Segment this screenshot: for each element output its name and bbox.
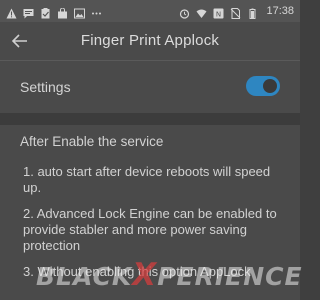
info-item-3: 3. Without enabling this option AppLock bbox=[23, 264, 251, 279]
info-panel: After Enable the service 1. auto start a… bbox=[0, 125, 300, 300]
message-icon bbox=[23, 6, 34, 18]
status-bar-system: N 17:38 bbox=[179, 5, 294, 19]
info-heading: After Enable the service bbox=[20, 134, 164, 149]
page-title: Finger Print Applock bbox=[80, 32, 220, 49]
sync-icon: N bbox=[213, 6, 224, 18]
status-bar-notifications bbox=[6, 6, 102, 18]
no-sim-icon bbox=[230, 6, 241, 19]
info-item-2: 2. Advanced Lock Engine can be enabled t… bbox=[23, 206, 277, 253]
battery-icon bbox=[247, 6, 258, 19]
image-icon bbox=[74, 6, 85, 18]
settings-label: Settings bbox=[20, 79, 71, 95]
info-item-1: 1. auto start after device reboots will … bbox=[23, 164, 271, 195]
toggle-knob bbox=[263, 79, 277, 93]
clock-time: 17:38 bbox=[266, 5, 294, 17]
alarm-icon bbox=[179, 6, 190, 19]
warning-icon bbox=[6, 6, 17, 18]
app-toolbar: Finger Print Applock bbox=[0, 22, 300, 60]
section-gap bbox=[0, 113, 300, 125]
settings-toggle[interactable] bbox=[246, 76, 280, 96]
wifi-icon bbox=[196, 6, 207, 18]
more-dots-icon bbox=[91, 6, 102, 17]
status-bar: N 17:38 bbox=[0, 0, 300, 22]
svg-text:N: N bbox=[216, 10, 221, 18]
clipboard-icon bbox=[40, 6, 51, 18]
shopping-bag-icon bbox=[57, 6, 68, 18]
